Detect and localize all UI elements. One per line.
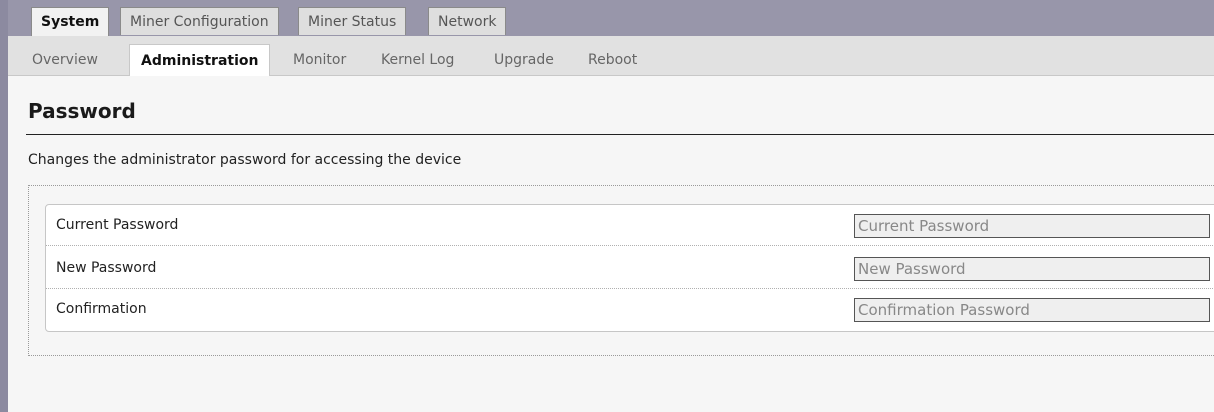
form-row-confirmation: Confirmation (46, 289, 1214, 330)
subtab-overview[interactable]: Overview (32, 44, 98, 76)
form-row-new-password: New Password (46, 248, 1214, 289)
tab-miner-status[interactable]: Miner Status (298, 7, 407, 35)
left-edge-bar (0, 0, 8, 412)
confirmation-label: Confirmation (56, 301, 147, 317)
current-password-label: Current Password (56, 217, 179, 233)
subtab-reboot[interactable]: Reboot (588, 44, 637, 76)
top-tab-bar: System Miner Configuration Miner Status … (8, 0, 1214, 37)
page-title: Password (28, 99, 136, 123)
title-divider (26, 134, 1214, 135)
subtab-kernel-log[interactable]: Kernel Log (381, 44, 454, 76)
section-description: Changes the administrator password for a… (28, 152, 462, 168)
tab-miner-configuration[interactable]: Miner Configuration (120, 7, 279, 35)
current-password-input[interactable] (854, 214, 1210, 238)
tab-system[interactable]: System (31, 7, 110, 37)
tab-network[interactable]: Network (428, 7, 507, 35)
sub-tab-bar: Overview Administration Monitor Kernel L… (8, 36, 1214, 76)
password-form: Current Password New Password Confirmati… (45, 204, 1214, 332)
subtab-administration[interactable]: Administration (129, 44, 271, 76)
new-password-label: New Password (56, 260, 157, 276)
page: System Miner Configuration Miner Status … (8, 0, 1214, 412)
subtab-upgrade[interactable]: Upgrade (494, 44, 554, 76)
confirmation-password-input[interactable] (854, 298, 1210, 322)
new-password-input[interactable] (854, 257, 1210, 281)
form-row-current-password: Current Password (46, 205, 1214, 246)
subtab-monitor[interactable]: Monitor (293, 44, 346, 76)
